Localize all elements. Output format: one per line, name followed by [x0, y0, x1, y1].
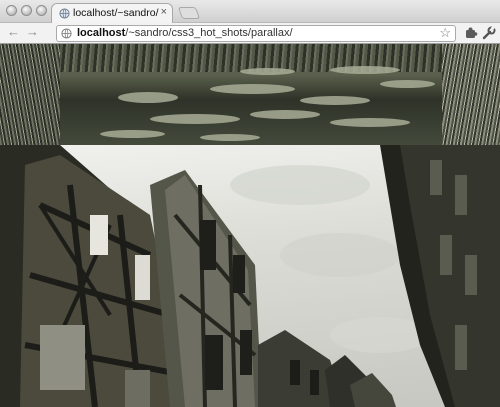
window-titlebar: localhost/~sandro/css3_hot ×: [0, 0, 500, 24]
wrench-icon[interactable]: [482, 26, 496, 40]
browser-tab[interactable]: localhost/~sandro/css3_hot ×: [51, 3, 173, 24]
url-path: /~sandro/css3_hot_shots/parallax/: [125, 27, 293, 39]
url-text[interactable]: localhost/~sandro/css3_hot_shots/paralla…: [77, 27, 293, 39]
address-bar[interactable]: localhost/~sandro/css3_hot_shots/paralla…: [56, 25, 456, 42]
browser-toolbar: ← → localhost/~sandro/css3_hot_shots/par…: [0, 23, 500, 44]
back-button[interactable]: ←: [7, 24, 20, 39]
half-timbered-houses-photo: [0, 145, 500, 407]
zoom-window-button[interactable]: [36, 5, 47, 16]
tab-close-icon[interactable]: ×: [161, 6, 167, 18]
puzzle-icon[interactable]: [464, 26, 478, 40]
forward-button[interactable]: →: [26, 24, 39, 39]
globe-icon: [61, 28, 72, 39]
url-host: localhost: [77, 27, 126, 39]
new-tab-button[interactable]: [177, 7, 201, 19]
bookmark-star-icon[interactable]: ☆: [439, 25, 451, 41]
page-viewport: [0, 44, 500, 407]
tab-title: localhost/~sandro/css3_hot: [73, 7, 159, 19]
waterlily-pond-photo: [0, 44, 500, 145]
close-window-button[interactable]: [6, 5, 17, 16]
globe-icon: [59, 8, 70, 19]
minimize-window-button[interactable]: [21, 5, 32, 16]
